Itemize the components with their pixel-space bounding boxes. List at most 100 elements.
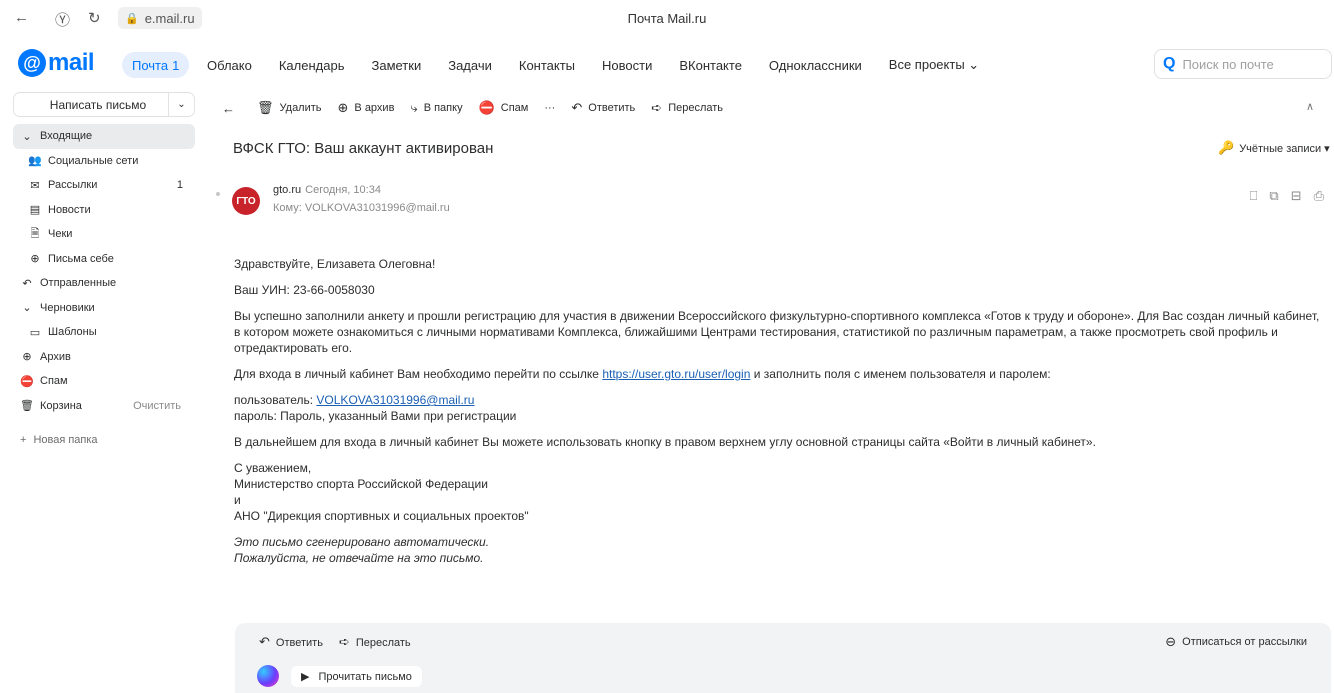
move-to-folder-button[interactable]: ⤷ В папку (410, 100, 462, 116)
signature-line: и (234, 493, 241, 507)
signature: С уважением, Министерство спорта Российс… (234, 460, 1324, 524)
sidebar-item-to-self[interactable]: ⊕ Письма себе (13, 247, 195, 272)
nav-link-ok[interactable]: Одноклассники (769, 58, 862, 73)
sidebar-item-templates[interactable]: ▭ Шаблоны (13, 320, 195, 345)
compose-button[interactable]: Написать письмо ⌄ (13, 92, 195, 117)
forward-label: Переслать (668, 102, 724, 114)
sidebar-item-drafts[interactable]: ⌄ Черновики (13, 296, 195, 321)
chevron-down-icon[interactable]: ⌄ (19, 301, 35, 314)
sidebar-item-label: Черновики (40, 301, 95, 314)
login-link[interactable]: https://user.gto.ru/user/login (602, 367, 750, 381)
unsubscribe-button[interactable]: ⊖ Отписаться от рассылки (1165, 634, 1307, 650)
bookmark-icon[interactable]: ⎕ (1250, 188, 1258, 204)
auto-notice: Это письмо сгенерировано автоматически. … (234, 534, 1324, 566)
nav-link-cloud[interactable]: Облако (207, 58, 252, 73)
reply-label: Ответить (588, 102, 636, 114)
empty-trash-button[interactable]: Очистить (133, 400, 181, 412)
footer-reply-label: Ответить (275, 637, 323, 649)
sidebar-item-label: Чеки (48, 228, 73, 241)
nav-link-tasks[interactable]: Задачи (448, 58, 492, 73)
nav-link-calendar[interactable]: Календарь (279, 58, 345, 73)
new-folder-button[interactable]: + Новая папка (20, 434, 98, 446)
move-label: В папку (423, 102, 463, 114)
sender-name[interactable]: gto.ru (273, 184, 301, 196)
sidebar-item-receipts[interactable]: 🗎 Чеки (13, 222, 195, 247)
spam-button[interactable]: ⛔ Спам (479, 100, 529, 116)
back-icon[interactable]: ← (14, 9, 29, 26)
chevron-down-icon[interactable]: ⌄ (19, 130, 35, 143)
nav-link-contacts[interactable]: Контакты (519, 58, 575, 73)
print-icon[interactable]: ⎙ (1314, 188, 1324, 204)
nav-mail-tab[interactable]: Почта 1 (122, 52, 190, 78)
logo-text: mail (48, 49, 95, 76)
mail-logo[interactable]: @ mail (18, 46, 95, 80)
unsubscribe-label: Отписаться от рассылки (1182, 636, 1307, 648)
nav-link-vk[interactable]: ВКонтакте (679, 58, 742, 73)
sidebar-item-news[interactable]: ▤ Новости (13, 198, 195, 223)
read-aloud-label: Прочитать письмо (318, 670, 412, 683)
avatar: ГТО (232, 187, 260, 215)
delete-button[interactable]: 🗑 Удалить (257, 100, 322, 116)
sidebar-item-label: Спам (40, 375, 68, 388)
nav-links: Облако Календарь Заметки Задачи Контакты… (207, 52, 1006, 78)
forward-icon[interactable]: ⧉ (1269, 188, 1278, 204)
more-button[interactable]: ··· (544, 102, 555, 114)
sidebar-item-social[interactable]: 👥 Социальные сети (13, 149, 195, 174)
sidebar-item-trash[interactable]: 🗑 Корзина Очистить (13, 394, 195, 419)
sidebar-item-sent[interactable]: ↶ Отправленные (13, 271, 195, 296)
collapse-icon[interactable]: ∧ (1306, 100, 1314, 113)
spam-icon: ⛔ (20, 375, 34, 388)
archive-label: В архив (354, 102, 395, 114)
read-aloud-button[interactable]: ▶ Прочитать письмо (291, 666, 422, 687)
message-subject: ВФСК ГТО: Ваш аккаунт активирован (233, 140, 494, 157)
newspaper-icon: ▤ (29, 204, 41, 217)
sidebar-item-inbox[interactable]: ⌄ Входящие (13, 124, 195, 149)
reply-button[interactable]: ↶ Ответить (571, 100, 635, 116)
folder-move-icon: ⤷ (410, 100, 418, 115)
plus-icon: + (20, 434, 27, 446)
arrow-left-icon: ← (222, 100, 235, 116)
sidebar-item-label: Отправленные (40, 277, 117, 290)
sidebar-item-label: Шаблоны (48, 326, 97, 339)
user-email-link[interactable]: VOLKOVA31031996@mail.ru (316, 393, 474, 407)
address-bar[interactable]: 🔒 e.mail.ru (118, 7, 202, 29)
nav-link-all-projects[interactable]: Все проекты ⌄ (889, 57, 979, 73)
signature-line: Министерство спорта Российской Федерации (234, 477, 488, 491)
sidebar-item-spam[interactable]: ⛔ Спам (13, 369, 195, 394)
yandex-icon[interactable]: Ⓨ (55, 9, 70, 30)
nav-mail-count: 1 (172, 57, 180, 73)
footer-forward-button[interactable]: ➪ Переслать (339, 634, 411, 650)
sidebar-item-archive[interactable]: ⊕ Архив (13, 345, 195, 370)
nav-link-news[interactable]: Новости (602, 58, 652, 73)
delete-label: Удалить (279, 102, 322, 114)
message-body: Здравствуйте, Елизавета Олеговна! Ваш УИ… (234, 256, 1324, 576)
back-button[interactable]: ← (222, 101, 241, 116)
spam-label: Спам (500, 102, 529, 114)
reload-icon[interactable]: ↻ (88, 9, 101, 27)
chevron-down-icon[interactable]: ⌄ (168, 93, 194, 116)
unread-dot[interactable] (216, 192, 220, 196)
minus-circle-icon: ⊖ (1165, 634, 1177, 649)
sender-header: ГТО gto.ru Сегодня, 10:34 Кому: VOLKOVA31… (216, 182, 1334, 222)
reply-icon: ↶ (22, 277, 32, 290)
nav-link-notes[interactable]: Заметки (371, 58, 421, 73)
nav-mail-label: Почта (132, 57, 169, 73)
archive-icon: ⊕ (337, 100, 349, 115)
search-input[interactable]: Q Поиск по почте (1154, 49, 1332, 79)
message-footer: ↶ Ответить ➪ Переслать ⊖ Отписаться от рас… (235, 623, 1331, 693)
sidebar-item-newsletters[interactable]: ✉ Рассылки 1 (13, 173, 195, 198)
footer-reply-button[interactable]: ↶ Ответить (259, 634, 323, 650)
folder-list: ⌄ Входящие 👥 Социальные сети ✉ Рассылки … (13, 124, 195, 418)
greeting: Здравствуйте, Елизавета Олеговна! (234, 257, 436, 271)
spam-icon: ⛔ (478, 100, 495, 115)
forward-button[interactable]: ➪ Переслать (651, 100, 723, 116)
recipient-line: Кому: VOLKOVA31031996@mail.ru (273, 202, 450, 214)
sidebar: Написать письмо ⌄ ⌄ Входящие 👥 Социальны… (0, 90, 206, 693)
calendar-icon[interactable]: ⊟ (1291, 188, 1302, 204)
message-date: Сегодня, 10:34 (305, 184, 381, 196)
archive-button[interactable]: ⊕ В архив (338, 100, 395, 116)
receipt-icon: 🗎 (30, 227, 40, 240)
accounts-dropdown[interactable]: 🔑 Учётные записи ▾ (1218, 140, 1330, 156)
assistant-icon[interactable] (257, 665, 279, 687)
message-actions: ⎕ ⧉ ⊟ ⎙ (1250, 188, 1324, 204)
